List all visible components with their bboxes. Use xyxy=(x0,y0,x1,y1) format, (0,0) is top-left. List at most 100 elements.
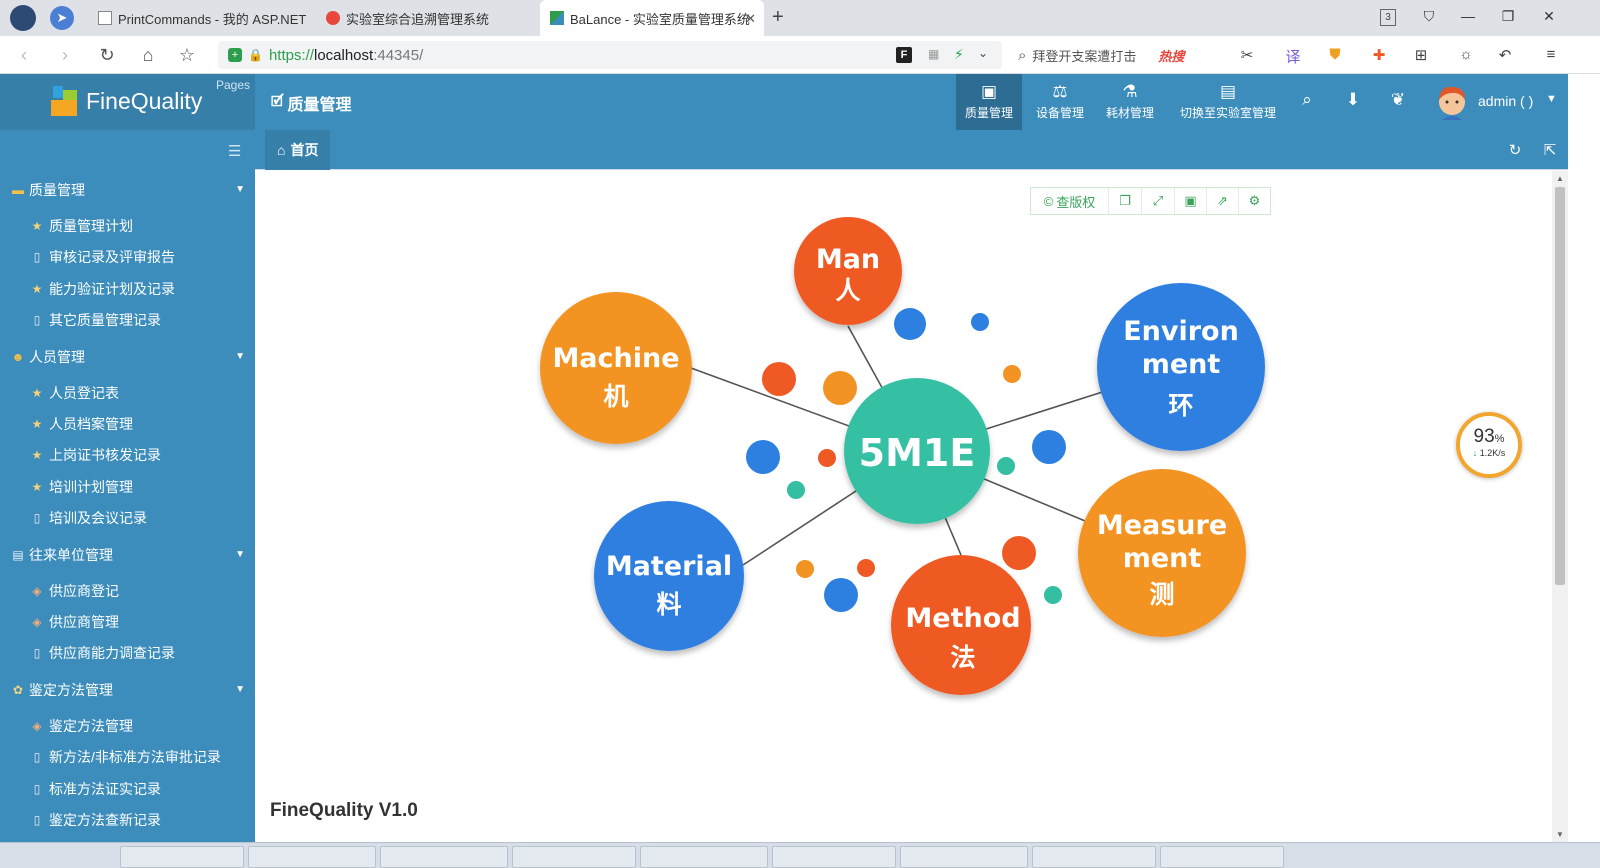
settings-gear-icon[interactable]: ⚙ xyxy=(1239,188,1270,214)
scissors-icon[interactable]: ✂ xyxy=(1236,46,1258,64)
node-machine-cn: 机 xyxy=(603,382,628,411)
document-icon: ▯ xyxy=(33,250,41,264)
taskbar-task[interactable] xyxy=(640,846,768,868)
browser-tab-traceability[interactable]: 实验室综合追溯管理系统 xyxy=(316,0,536,36)
wallet-shield-icon[interactable]: ⛊ xyxy=(1324,46,1346,63)
flask-icon: ⚗ xyxy=(1122,82,1138,101)
sidebar-group-quality[interactable]: ▬ 质量管理 ▼ xyxy=(0,174,255,206)
sidebar-item-method-update-check[interactable]: ▯ 鉴定方法查新记录 xyxy=(0,805,255,835)
node-machine-label: Machine xyxy=(552,343,679,374)
shield-icon: + xyxy=(228,48,242,62)
sidebar-item-personnel-files[interactable]: ★ 人员档案管理 xyxy=(0,409,255,439)
bookmark-star-icon[interactable]: ☆ xyxy=(175,44,199,66)
tag-icon: ◈ xyxy=(32,584,42,598)
tab-count-badge[interactable]: 3 xyxy=(1380,9,1396,26)
game-controller-icon[interactable]: ✚ xyxy=(1368,46,1390,64)
sidebar-item-certificate-records[interactable]: ★ 上岗证书核发记录 xyxy=(0,440,255,470)
lightning-icon[interactable]: ⚡ xyxy=(954,46,964,63)
copyright-check-button[interactable]: © 查版权 xyxy=(1031,188,1109,214)
sidebar-item-proficiency-testing[interactable]: ★ 能力验证计划及记录 xyxy=(0,274,255,304)
sidebar-item-supplier-management[interactable]: ◈ 供应商管理 xyxy=(0,607,255,637)
scroll-down-icon[interactable]: ▼ xyxy=(1556,830,1564,839)
nav-quality-management[interactable]: ▣ 质量管理 xyxy=(956,74,1022,130)
caret-down-icon[interactable]: ▼ xyxy=(1546,93,1557,105)
sidebar-group-methods[interactable]: ✿ 鉴定方法管理 ▼ xyxy=(0,674,255,706)
user-label[interactable]: admin ( ) xyxy=(1478,93,1533,109)
close-window-icon[interactable]: ✕ xyxy=(1538,8,1560,25)
nav-switch-lab-management[interactable]: ▤ 切换至实验室管理 xyxy=(1172,74,1284,130)
url-field[interactable]: + 🔒 https://localhost:44345/ F ▦ ⚡ ⌄ xyxy=(218,41,1002,69)
logo-area[interactable]: FineQuality Pages xyxy=(0,74,255,130)
browser-tab-printcommands[interactable]: PrintCommands - 我的 ASP.NET xyxy=(88,0,314,36)
taskbar-task[interactable] xyxy=(1160,846,1284,868)
home-icon[interactable]: ⌂ xyxy=(136,44,160,66)
palette-icon[interactable]: ❦ xyxy=(1386,90,1410,110)
content-scrollbar[interactable]: ▲ ▼ xyxy=(1552,171,1568,842)
network-speed-widget[interactable]: 93% ↓ 1.2K/s xyxy=(1456,412,1522,478)
taskbar-task[interactable] xyxy=(248,846,376,868)
sidebar-item-training-meeting-records[interactable]: ▯ 培训及会议记录 xyxy=(0,503,255,533)
qr-code-icon[interactable]: ▦ xyxy=(928,47,939,61)
caret-down-icon: ▼ xyxy=(235,351,245,362)
taskbar-task[interactable] xyxy=(772,846,896,868)
copy-icon[interactable]: ❐ xyxy=(1109,188,1142,214)
shirt-icon[interactable]: ⛉ xyxy=(1418,8,1440,25)
sidebar-item-supplier-register[interactable]: ◈ 供应商登记 xyxy=(0,576,255,606)
new-tab-button[interactable]: + xyxy=(772,6,784,29)
menu-icon[interactable]: ≡ xyxy=(1540,46,1562,63)
taskbar-task[interactable] xyxy=(900,846,1028,868)
app-version: FineQuality V1.0 xyxy=(270,800,418,821)
sidebar-item-supplier-capability[interactable]: ▯ 供应商能力调查记录 xyxy=(0,638,255,668)
document-icon: ▯ xyxy=(33,646,41,660)
caret-down-icon: ▼ xyxy=(235,184,245,195)
sidebar-item-audit-records[interactable]: ▯ 审核记录及评审报告 xyxy=(0,242,255,272)
chevron-down-icon[interactable]: ⌄ xyxy=(978,46,988,60)
sidebar-item-standard-method-verification[interactable]: ▯ 标准方法证实记录 xyxy=(0,774,255,804)
extension-f-icon[interactable]: F xyxy=(896,47,912,63)
apps-grid-icon[interactable]: ⊞ xyxy=(1410,46,1432,64)
external-link-icon[interactable]: ⇱ xyxy=(1540,141,1560,159)
restore-icon[interactable]: ❐ xyxy=(1497,8,1519,25)
download-icon[interactable]: ⬇ xyxy=(1341,90,1365,110)
taskbar-task[interactable] xyxy=(1032,846,1156,868)
minimize-icon[interactable]: — xyxy=(1457,8,1479,24)
avatar[interactable] xyxy=(1436,84,1468,120)
forward-icon[interactable]: › xyxy=(53,44,77,66)
search-icon[interactable]: ⌕ xyxy=(1295,90,1319,110)
nav-consumables-management[interactable]: ⚗ 耗材管理 xyxy=(1098,74,1162,130)
taskbar-task[interactable] xyxy=(120,846,244,868)
taskbar-task[interactable] xyxy=(380,846,508,868)
undo-icon[interactable]: ↶ xyxy=(1494,46,1516,64)
sidebar-item-method-management[interactable]: ◈ 鉴定方法管理 xyxy=(0,711,255,741)
tab-home[interactable]: ⌂ 首页 xyxy=(265,130,331,170)
scroll-thumb[interactable] xyxy=(1555,187,1565,585)
sidebar-item-quality-plan[interactable]: ★ 质量管理计划 xyxy=(0,211,255,241)
navigate-icon[interactable]: ➤ xyxy=(50,6,74,30)
browser-address-bar: ‹ › ↻ ⌂ ☆ + 🔒 https://localhost:44345/ F… xyxy=(0,36,1600,74)
sidebar-item-other-quality-records[interactable]: ▯ 其它质量管理记录 xyxy=(0,305,255,335)
refresh-icon[interactable]: ↻ xyxy=(1505,141,1525,159)
hot-search-label: 热搜 xyxy=(1158,48,1185,64)
fullscreen-icon[interactable]: ⤢ xyxy=(1142,188,1175,214)
sidebar-toggle-icon[interactable]: ☰ xyxy=(228,142,241,160)
close-tab-icon[interactable]: ✕ xyxy=(745,11,756,27)
sidebar-item-new-method-approval[interactable]: ▯ 新方法/非标准方法审批记录 xyxy=(0,742,255,772)
tag-icon: ◈ xyxy=(32,615,42,629)
brightness-icon[interactable]: ☼ xyxy=(1455,46,1477,63)
nav-equipment-management[interactable]: ⚖ 设备管理 xyxy=(1028,74,1092,130)
back-icon[interactable]: ‹ xyxy=(12,44,36,66)
scroll-up-icon[interactable]: ▲ xyxy=(1556,174,1564,183)
browser-profile-icon[interactable] xyxy=(10,5,36,31)
sidebar-group-partners[interactable]: ▤ 往来单位管理 ▼ xyxy=(0,539,255,571)
share-icon[interactable]: ⇗ xyxy=(1207,188,1239,214)
taskbar-task[interactable] xyxy=(512,846,636,868)
browser-tab-balance[interactable]: BaLance - 实验室质量管理系统 ✕ xyxy=(540,0,764,36)
translate-icon[interactable]: 译 xyxy=(1282,46,1304,67)
sidebar-item-personnel-register[interactable]: ★ 人员登记表 xyxy=(0,378,255,408)
search-box[interactable]: ⌕ 拜登开支案遭打击 热搜 xyxy=(1018,41,1224,69)
lock-icon: 🔒 xyxy=(248,48,263,62)
save-icon[interactable]: ▣ xyxy=(1175,188,1207,214)
sidebar-item-training-plan[interactable]: ★ 培训计划管理 xyxy=(0,472,255,502)
sidebar-group-personnel[interactable]: ☻ 人员管理 ▼ xyxy=(0,341,255,373)
reload-icon[interactable]: ↻ xyxy=(95,44,119,66)
